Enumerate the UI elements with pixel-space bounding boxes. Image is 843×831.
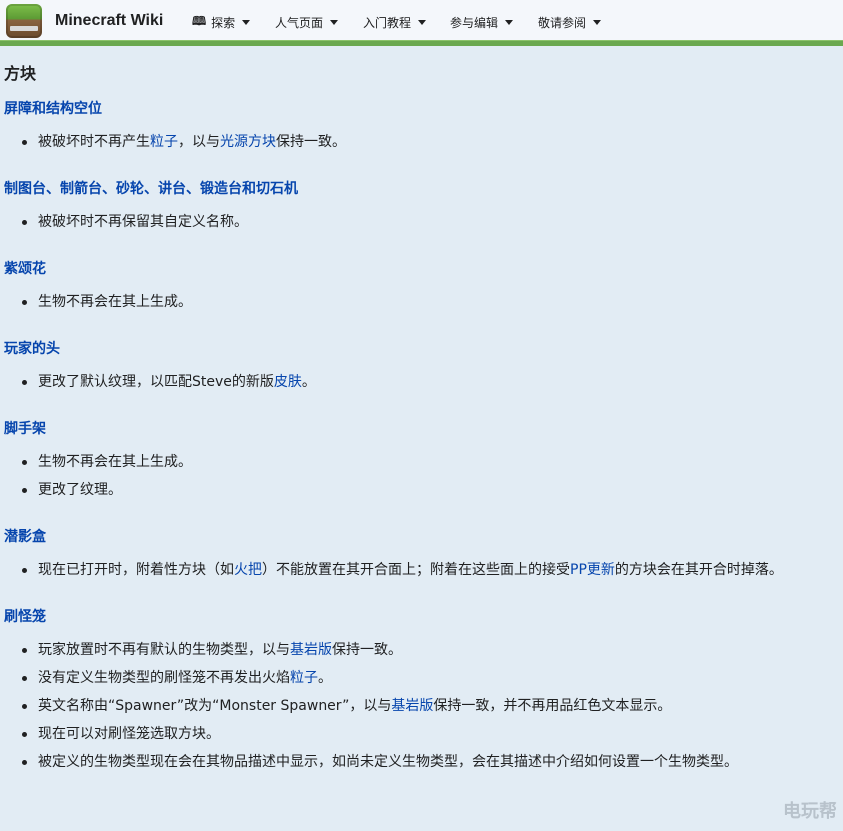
list-item-text: 生物不再会在其上生成。 [38, 454, 192, 470]
chevron-down-icon [593, 19, 602, 25]
list-item-text: 更改了纹理。 [38, 482, 122, 498]
list-item-text: 没有定义生物类型的刷怪笼不再发出火焰 [38, 670, 290, 686]
list-item-text: 玩家放置时不再有默认的生物类型，以与 [38, 642, 290, 658]
list-item: 生物不再会在其上生成。 [4, 448, 843, 476]
change-list: 生物不再会在其上生成。 [4, 288, 843, 316]
list-item-text: 被定义的生物类型现在会在其物品描述中显示，如尚未定义生物类型，会在其描述中介绍如… [38, 754, 738, 770]
book-icon: 🕮 [192, 13, 207, 28]
nav-popular-label: 人气页面 [275, 15, 324, 30]
list-item-text: 被破坏时不再产生 [38, 134, 150, 150]
nav-see-also-label: 敬请参阅 [538, 15, 587, 30]
list-item-text: 英文名称由“Spawner”改为“Monster Spawner”，以与 [38, 698, 392, 714]
list-item: 没有定义生物类型的刷怪笼不再发出火焰粒子。 [4, 664, 843, 692]
block-heading[interactable]: 玩家的头 [4, 338, 843, 358]
block-section: 制图台、制箭台、砂轮、讲台、锻造台和切石机被破坏时不再保留其自定义名称。 [4, 178, 843, 236]
wiki-link[interactable]: 粒子 [290, 670, 318, 686]
wiki-link[interactable]: 基岩版 [391, 698, 433, 714]
site-title[interactable]: Minecraft Wiki [55, 12, 163, 30]
wiki-link[interactable]: 皮肤 [274, 374, 302, 390]
list-item-text: 保持一致，并不再用品红色文本显示。 [433, 698, 672, 714]
block-change-list: 屏障和结构空位 被破坏时不再产生粒子，以与光源方块保持一致。 制图台、制箭台、砂轮、… [4, 98, 843, 776]
list-item-text: 保持一致。 [276, 134, 346, 150]
wiki-link[interactable]: 火把 [234, 562, 262, 578]
change-list: 被破坏时不再保留其自定义名称。 [4, 208, 843, 236]
top-navigation-bar: Minecraft Wiki 🕮 探索 人气页面 入门教程 参与编辑 敬请参阅 [0, 0, 843, 42]
nav-explore-label: 探索 [211, 15, 236, 30]
change-list: 生物不再会在其上生成。 更改了纹理。 [4, 448, 843, 504]
list-item: 现在可以对刷怪笼选取方块。 [4, 720, 843, 748]
block-heading[interactable]: 制图台、制箭台、砂轮、讲台、锻造台和切石机 [4, 178, 843, 198]
nav-popular-pages[interactable]: 人气页面 [275, 13, 339, 31]
list-item-text: 现在可以对刷怪笼选取方块。 [38, 726, 220, 742]
chevron-down-icon [418, 19, 427, 25]
nav-contribute-label: 参与编辑 [450, 15, 499, 30]
chevron-down-icon [242, 19, 251, 25]
block-section: 潜影盒现在已打开时，附着性方块（如火把）不能放置在其开合面上；附着在这些面上的接… [4, 526, 843, 584]
list-item-text: 现在已打开时，附着性方块（如 [38, 562, 234, 578]
list-item-text: ）不能放置在其开合面上；附着在这些面上的接受 [262, 562, 570, 578]
nav-tutorials-label: 入门教程 [363, 15, 412, 30]
list-item: 英文名称由“Spawner”改为“Monster Spawner”，以与基岩版保… [4, 692, 843, 720]
section-heading-blocks: 方块 [4, 64, 37, 83]
nav-contribute[interactable]: 参与编辑 [450, 13, 514, 31]
list-item-text: 。 [318, 670, 332, 686]
block-section: 屏障和结构空位被破坏时不再产生粒子，以与光源方块保持一致。 [4, 98, 843, 156]
change-list: 玩家放置时不再有默认的生物类型，以与基岩版保持一致。 没有定义生物类型的刷怪笼不再… [4, 636, 843, 776]
block-section: 脚手架生物不再会在其上生成。 更改了纹理。 [4, 418, 843, 504]
list-item-text: 更改了默认纹理，以匹配Steve的新版 [38, 374, 274, 390]
watermark: 电玩帮 [783, 801, 837, 821]
block-section: 刷怪笼 玩家放置时不再有默认的生物类型，以与基岩版保持一致。 没有定义生物类型的刷怪… [4, 606, 843, 776]
block-heading[interactable]: 脚手架 [4, 418, 843, 438]
list-item: 被破坏时不再产生粒子，以与光源方块保持一致。 [4, 128, 843, 156]
list-item: 生物不再会在其上生成。 [4, 288, 843, 316]
wiki-link[interactable]: 基岩版 [290, 642, 332, 658]
block-heading[interactable]: 紫颂花 [4, 258, 843, 278]
wiki-link[interactable]: 光源方块 [220, 134, 276, 150]
chevron-down-icon [330, 19, 339, 25]
list-item-text: 。 [301, 374, 316, 390]
block-heading[interactable]: 潜影盒 [4, 526, 843, 546]
wiki-link[interactable]: PP更新 [570, 562, 615, 578]
nav-tutorials[interactable]: 入门教程 [363, 13, 427, 31]
block-heading[interactable]: 屏障和结构空位 [4, 98, 843, 118]
list-item: 被破坏时不再保留其自定义名称。 [4, 208, 843, 236]
change-list: 更改了默认纹理，以匹配Steve的新版皮肤。 [4, 368, 843, 396]
list-item: 更改了纹理。 [4, 476, 843, 504]
nav-see-also[interactable]: 敬请参阅 [538, 13, 602, 31]
list-item-text: 的方块会在其开合时掉落。 [614, 562, 783, 578]
chevron-down-icon [505, 19, 514, 25]
block-heading[interactable]: 刷怪笼 [4, 606, 843, 626]
list-item: 玩家放置时不再有默认的生物类型，以与基岩版保持一致。 [4, 636, 843, 664]
change-list: 被破坏时不再产生粒子，以与光源方块保持一致。 [4, 128, 843, 156]
list-item: 被定义的生物类型现在会在其物品描述中显示，如尚未定义生物类型，会在其描述中介绍如… [4, 748, 843, 776]
block-section: 玩家的头更改了默认纹理，以匹配Steve的新版皮肤。 [4, 338, 843, 396]
list-item-text: ，以与 [178, 134, 220, 150]
list-item: 更改了默认纹理，以匹配Steve的新版皮肤。 [4, 368, 843, 396]
wiki-link[interactable]: 粒子 [150, 134, 178, 150]
change-list: 现在已打开时，附着性方块（如火把）不能放置在其开合面上；附着在这些面上的接受PP… [4, 556, 843, 584]
list-item: 现在已打开时，附着性方块（如火把）不能放置在其开合面上；附着在这些面上的接受PP… [4, 556, 843, 584]
minecraft-wiki-logo[interactable] [6, 4, 42, 38]
article-content: 方块 屏障和结构空位 被破坏时不再产生粒子，以与光源方块保持一致。 制图台、制箭台、… [0, 46, 843, 831]
nav-explore[interactable]: 🕮 探索 [192, 13, 251, 31]
block-section: 紫颂花生物不再会在其上生成。 [4, 258, 843, 316]
list-item-text: 生物不再会在其上生成。 [38, 294, 192, 310]
list-item-text: 保持一致。 [332, 642, 402, 658]
list-item-text: 被破坏时不再保留其自定义名称。 [38, 214, 248, 230]
